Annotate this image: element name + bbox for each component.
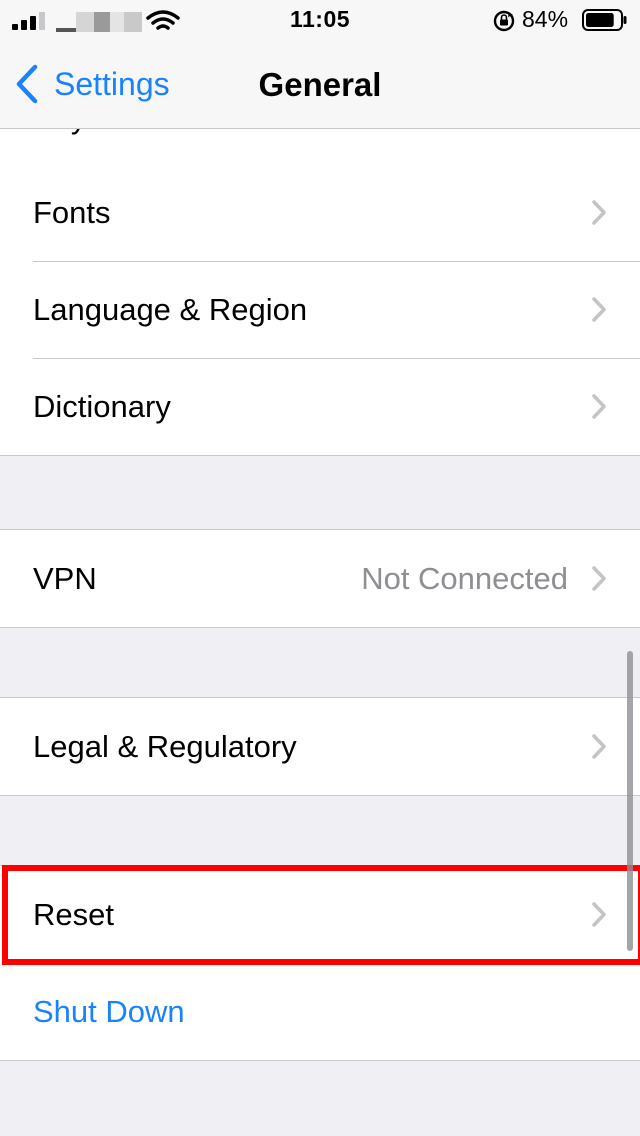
wifi-icon bbox=[146, 10, 180, 30]
list-item-fonts[interactable]: Fonts bbox=[0, 164, 640, 261]
cellular-signal-icon bbox=[12, 12, 45, 30]
list-item-label: Keyboard bbox=[33, 129, 166, 164]
chevron-right-icon bbox=[592, 394, 606, 419]
list-item-vpn[interactable]: VPN Not Connected bbox=[0, 530, 640, 627]
list-item-keyboard[interactable]: Keyboard bbox=[0, 129, 640, 164]
status-time: 11:05 bbox=[289, 6, 351, 32]
back-button[interactable]: Settings bbox=[14, 64, 170, 104]
list-item-legal-regulatory[interactable]: Legal & Regulatory bbox=[0, 698, 640, 795]
settings-group-legal: Legal & Regulatory bbox=[0, 697, 640, 796]
chevron-right-icon bbox=[592, 297, 606, 322]
vpn-status-value: Not Connected bbox=[361, 561, 568, 596]
list-item-label: Language & Region bbox=[33, 292, 308, 327]
chevron-right-icon bbox=[592, 200, 606, 225]
back-button-label: Settings bbox=[54, 65, 170, 102]
list-item-label: Legal & Regulatory bbox=[33, 729, 297, 764]
list-item-reset[interactable]: Reset bbox=[0, 866, 640, 963]
chevron-right-icon bbox=[592, 734, 606, 759]
battery-percent: 84% bbox=[522, 6, 569, 32]
battery-icon bbox=[582, 9, 627, 31]
status-bar: 11:05 84% bbox=[0, 0, 640, 44]
list-item-label: Shut Down bbox=[33, 994, 185, 1029]
settings-group-vpn: VPN Not Connected bbox=[0, 529, 640, 628]
page-title: General bbox=[258, 66, 382, 103]
carrier-name-redacted bbox=[56, 12, 146, 32]
list-item-label: VPN bbox=[33, 561, 97, 596]
list-item-label: Fonts bbox=[33, 195, 111, 230]
settings-list[interactable]: Keyboard Fonts Language & Region Diction… bbox=[0, 129, 640, 1136]
navigation-bar: Settings General bbox=[0, 44, 640, 129]
list-item-label: Dictionary bbox=[33, 389, 171, 424]
scroll-indicator[interactable] bbox=[627, 651, 633, 951]
chevron-left-icon bbox=[16, 64, 38, 104]
list-item-label: Reset bbox=[33, 897, 114, 932]
shut-down-button[interactable]: Shut Down bbox=[0, 963, 640, 1060]
settings-group-reset: Reset Shut Down bbox=[0, 865, 640, 1061]
list-item-language-region[interactable]: Language & Region bbox=[0, 261, 640, 358]
list-item-dictionary[interactable]: Dictionary bbox=[0, 358, 640, 455]
chevron-right-icon bbox=[592, 566, 606, 591]
chevron-right-icon bbox=[592, 902, 606, 927]
rotation-lock-icon bbox=[493, 10, 515, 32]
settings-group-language: Keyboard Fonts Language & Region Diction… bbox=[0, 129, 640, 456]
